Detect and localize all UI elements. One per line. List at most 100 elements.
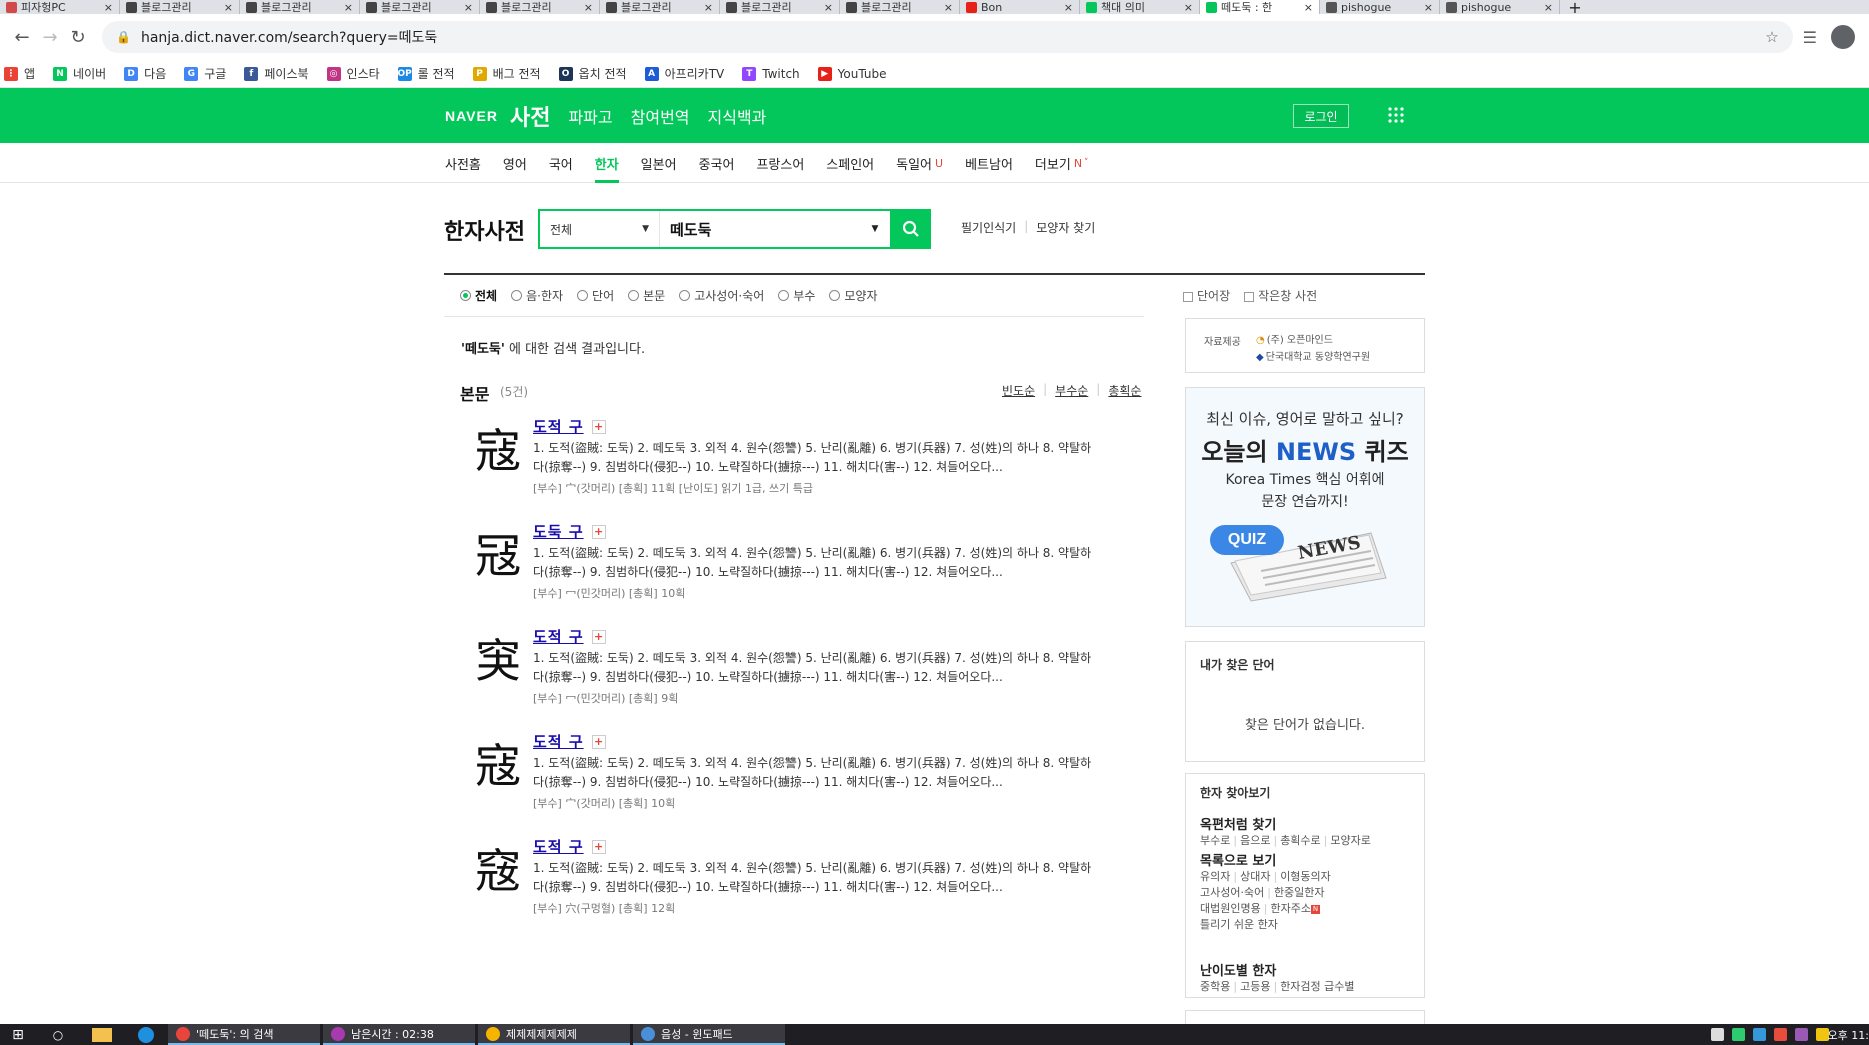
folder-icon[interactable] (80, 1024, 124, 1045)
close-icon[interactable]: × (1184, 1, 1193, 14)
tab-dict-9[interactable]: 베트남어 (954, 143, 1024, 183)
browser-tab[interactable]: 블로그관리 × (240, 0, 360, 14)
bookmark-item[interactable]: A 아프리카TV (644, 65, 724, 82)
add-to-wordbook-icon[interactable]: + (591, 839, 606, 854)
filter-radio-3[interactable]: 본문 (628, 287, 665, 304)
forward-icon[interactable]: → (36, 23, 64, 51)
entry-headword-link[interactable]: 도적 구 (533, 731, 584, 752)
bookmark-item[interactable]: O 옵치 전적 (558, 65, 627, 82)
browser-tab[interactable]: pishogue × (1440, 0, 1560, 14)
filter-radio-6[interactable]: 모양자 (829, 287, 878, 304)
browser-tab[interactable]: 블로그관리 × (600, 0, 720, 14)
tab-dict-10[interactable]: 더보기 N ˅ (1024, 143, 1100, 183)
clock[interactable]: 오후 11: (1828, 1027, 1869, 1043)
edge-icon[interactable] (124, 1024, 168, 1045)
windows-start-icon[interactable]: ⊞ (0, 1024, 36, 1045)
entry-headword-link[interactable]: 도적 구 (533, 626, 584, 647)
finder-link[interactable]: 대법원인명용 (1200, 902, 1261, 915)
hanja-glyph[interactable]: 寇 (472, 421, 524, 481)
add-to-wordbook-icon[interactable]: + (591, 419, 606, 434)
browser-tab[interactable]: Bon × (960, 0, 1080, 14)
naver-logo[interactable]: NAVER (445, 108, 498, 124)
close-icon[interactable]: × (224, 1, 233, 14)
entry-headword-link[interactable]: 도둑 구 (533, 521, 584, 542)
taskbar-app[interactable]: 남은시간 : 02:38 (323, 1024, 475, 1045)
provider-dankook[interactable]: ◆ 단국대학교 동양학연구원 (1256, 348, 1370, 363)
bookmark-item[interactable]: G 구글 (184, 65, 226, 82)
finder-link[interactable]: 중학용 (1200, 980, 1230, 993)
close-icon[interactable]: × (1424, 1, 1433, 14)
handwriting-tool-link[interactable]: 필기인식기 (961, 219, 1016, 236)
search-icon[interactable]: ○ (36, 1024, 80, 1045)
news-quiz-ad[interactable]: 최신 이슈, 영어로 말하고 싶니? 오늘의 NEWS 퀴즈 Korea Tim… (1185, 387, 1425, 627)
taskbar-app[interactable]: '떼도둑': 의 검색 (168, 1024, 320, 1045)
new-tab-icon[interactable]: + (1560, 0, 1590, 14)
bookmark-item[interactable]: T Twitch (742, 66, 800, 81)
filter-radio-1[interactable]: 음·한자 (511, 287, 563, 304)
sort-frequency[interactable]: 빈도순 (1002, 382, 1035, 399)
back-icon[interactable]: ← (8, 23, 36, 51)
bookmark-item[interactable]: N 네이버 (53, 65, 106, 82)
browser-tab[interactable]: 책대 의미 × (1080, 0, 1200, 14)
header-link-knowledge[interactable]: 지식백과 (708, 104, 767, 128)
browser-tab[interactable]: 떼도둑 : 한 × (1200, 0, 1320, 14)
reading-list-icon[interactable]: ☰ (1803, 28, 1817, 47)
tab-dict-3[interactable]: 한자 (584, 143, 630, 183)
profile-avatar[interactable] (1831, 25, 1855, 49)
close-icon[interactable]: × (104, 1, 113, 14)
add-to-wordbook-icon[interactable]: + (591, 734, 606, 749)
close-icon[interactable]: × (584, 1, 593, 14)
bookmark-item[interactable]: OP 롤 전적 (398, 65, 455, 82)
sort-radical[interactable]: 부수순 (1055, 382, 1088, 399)
tab-dict-8[interactable]: 독일어 U (885, 143, 954, 183)
finder-link[interactable]: 한자주소 (1270, 902, 1310, 915)
hanja-glyph[interactable]: 䆕 (472, 631, 524, 691)
entry-headword-link[interactable]: 도적 구 (533, 836, 584, 857)
header-link-papago[interactable]: 파파고 (568, 104, 612, 128)
browser-tab[interactable]: pishogue × (1320, 0, 1440, 14)
bookmark-item[interactable]: D 다음 (124, 65, 166, 82)
entry-headword-link[interactable]: 도적 구 (533, 416, 584, 437)
filter-radio-5[interactable]: 부수 (778, 287, 815, 304)
bookmark-item[interactable]: P 배그 전적 (472, 65, 541, 82)
taskbar-app[interactable]: 음성 - 윈도패드 (633, 1024, 785, 1045)
scope-select[interactable]: 전체 ▼ (540, 211, 660, 247)
address-bar[interactable]: 🔒 hanja.dict.naver.com/search?query=떼도둑 … (102, 21, 1793, 53)
close-icon[interactable]: × (704, 1, 713, 14)
browser-tab[interactable]: 블로그관리 × (840, 0, 960, 14)
finder-link[interactable]: 모양자로 (1330, 834, 1370, 847)
tab-dict-5[interactable]: 중국어 (688, 143, 746, 183)
tab-dict-2[interactable]: 국어 (538, 143, 584, 183)
finder-link[interactable]: 이형동의자 (1280, 870, 1331, 883)
mini-dict-link[interactable]: 작은창 사전 (1244, 287, 1317, 304)
tab-dict-6[interactable]: 프랑스어 (745, 143, 815, 183)
add-to-wordbook-icon[interactable]: + (591, 524, 606, 539)
finder-link[interactable]: 상대자 (1240, 870, 1270, 883)
finder-link[interactable]: 유의자 (1200, 870, 1230, 883)
finder-link[interactable]: 틀리기 쉬운 한자 (1200, 918, 1278, 931)
apps-grid-icon[interactable] (1385, 104, 1407, 126)
wordbook-link[interactable]: 단어장 (1183, 287, 1230, 304)
close-icon[interactable]: × (824, 1, 833, 14)
close-icon[interactable]: × (344, 1, 353, 14)
close-icon[interactable]: × (944, 1, 953, 14)
browser-tab[interactable]: 블로그관리 × (720, 0, 840, 14)
login-button[interactable]: 로그인 (1293, 104, 1349, 128)
dict-brand[interactable]: 사전 (510, 100, 550, 132)
autocomplete-toggle-icon[interactable]: ▼ (863, 224, 887, 234)
star-icon[interactable]: ☆ (1765, 28, 1778, 46)
close-icon[interactable]: × (464, 1, 473, 14)
finder-link[interactable]: 한자검정 급수별 (1280, 980, 1354, 993)
filter-radio-0[interactable]: 전체 (460, 287, 497, 304)
bookmark-item[interactable]: f 페이스북 (244, 65, 309, 82)
close-icon[interactable]: × (1544, 1, 1553, 14)
reload-icon[interactable]: ↻ (64, 23, 92, 51)
close-icon[interactable]: × (1064, 1, 1073, 14)
hanja-glyph[interactable]: 冦 (472, 526, 524, 586)
add-to-wordbook-icon[interactable]: + (591, 629, 606, 644)
finder-link[interactable]: 한중일한자 (1274, 886, 1325, 899)
tab-dict-7[interactable]: 스페인어 (815, 143, 885, 183)
bookmark-item[interactable]: ▶ YouTube (817, 66, 886, 81)
hanja-glyph[interactable]: 寇 (472, 736, 524, 796)
browser-tab[interactable]: 블로그관리 × (480, 0, 600, 14)
